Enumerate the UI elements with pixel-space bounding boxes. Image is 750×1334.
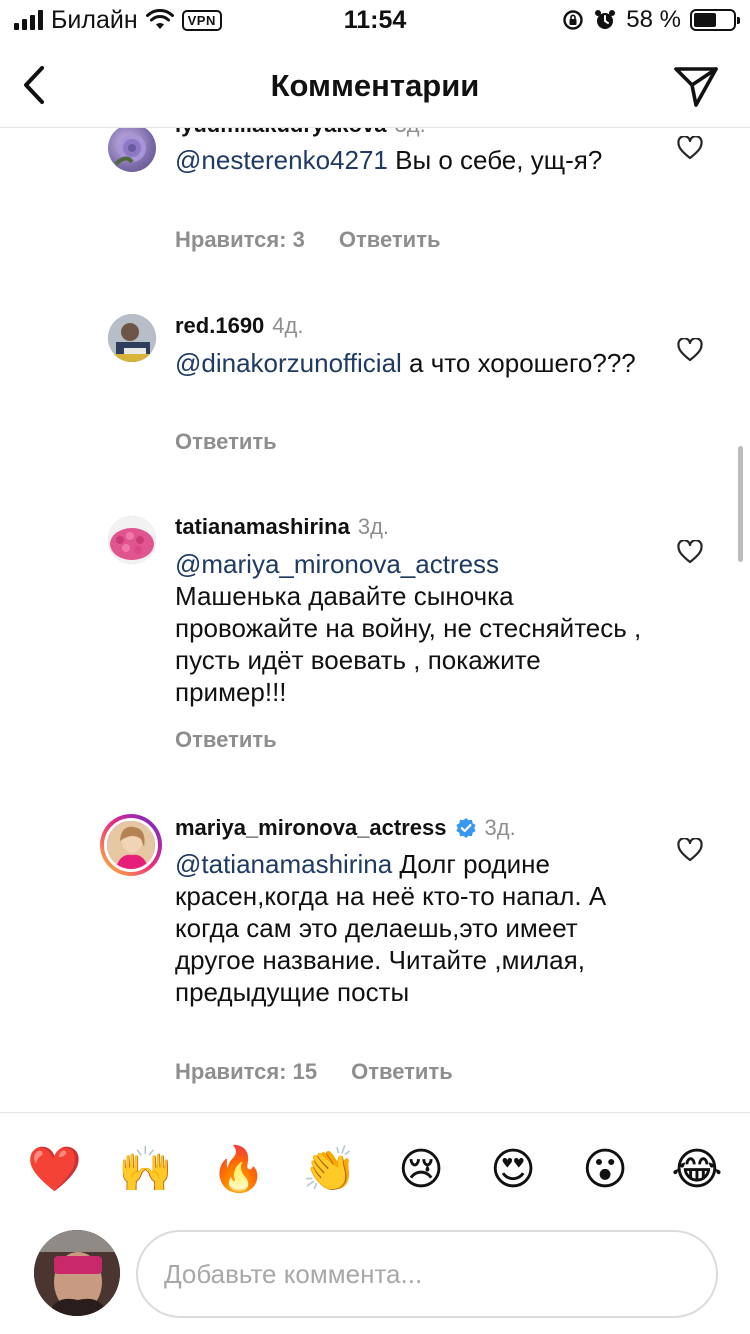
emoji-heart-eyes-button[interactable]: 😍	[486, 1143, 540, 1197]
avatar	[104, 818, 158, 872]
rose-image	[114, 134, 146, 166]
mention-link[interactable]: @mariya_mironova_actress	[175, 548, 650, 580]
mention-link[interactable]: @tatianamashirina	[175, 849, 392, 879]
comment-item: red.1690 4д. @dinakorzunofficial а что х…	[0, 311, 750, 464]
comment-text: @dinakorzunofficial а что хорошего???	[175, 347, 655, 379]
comment-text: @mariya_mironova_actress Машенька давайте…	[175, 548, 650, 708]
emoji-fire-button[interactable]: 🔥	[211, 1143, 266, 1197]
comment-actions: Нравится: 15 Ответить	[175, 1057, 453, 1087]
avatar[interactable]	[108, 314, 156, 362]
alarm-icon	[595, 10, 616, 29]
comment-time: 3д.	[395, 128, 426, 140]
avatar[interactable]	[108, 128, 156, 172]
emoji-crying-button[interactable]: 😢	[394, 1143, 448, 1197]
likes-count[interactable]: Нравится: 15	[175, 1057, 317, 1087]
comment-time: 3д.	[357, 514, 390, 539]
user-photo	[108, 314, 156, 362]
page-title: Комментарии	[270, 68, 480, 103]
comment-actions: Ответить	[175, 725, 277, 755]
comment-item: mariya_mironova_actress 3д. @tatianamash…	[0, 814, 750, 1094]
comment-body: Вы о себе, ущ-я?	[387, 145, 603, 175]
likes-count[interactable]: Нравится: 3	[175, 225, 305, 255]
orientation-lock-icon	[563, 10, 583, 30]
reply-button[interactable]: Ответить	[175, 725, 277, 755]
battery-percent: 58 %	[626, 6, 681, 33]
comment-username[interactable]: lyudmilakudryakova	[175, 128, 387, 140]
mention-link[interactable]: @nesterenko4271	[175, 145, 388, 175]
battery-icon	[690, 9, 740, 31]
heart-icon[interactable]	[677, 338, 703, 362]
comment-item: lyudmilakudryakova 3д. @nesterenko4271 В…	[0, 128, 750, 254]
comment-time: 4д.	[272, 313, 304, 338]
send-direct-icon[interactable]	[672, 62, 720, 110]
comment-body: а что хорошего???	[401, 348, 636, 378]
user-photo	[34, 1230, 120, 1316]
status-bar: Билайн VPN 11:54 58 %	[0, 0, 750, 40]
heart-icon[interactable]	[677, 540, 703, 564]
emoji-laughing-button[interactable]: 😂	[670, 1143, 724, 1197]
comments-list[interactable]: lyudmilakudryakova 3д. @nesterenko4271 В…	[0, 128, 750, 1112]
current-user-avatar	[34, 1230, 120, 1316]
comment-actions: Ответить	[175, 427, 277, 457]
comment-actions: Нравится: 3 Ответить	[175, 225, 441, 255]
scrollbar[interactable]	[738, 446, 743, 562]
avatar[interactable]	[108, 516, 156, 564]
flowers-image	[108, 516, 156, 564]
emoji-heart-button[interactable]: ❤️	[27, 1143, 82, 1197]
reply-button[interactable]: Ответить	[175, 427, 277, 457]
nav-header: Комментарии	[0, 44, 750, 128]
avatar-story-ring[interactable]	[100, 814, 162, 876]
comment-item: tatianamashirina 3д. @mariya_mironova_ac…	[0, 514, 750, 766]
emoji-raised-hands-button[interactable]: 🙌	[118, 1143, 173, 1197]
verified-badge-icon	[455, 818, 476, 838]
comment-input[interactable]	[136, 1230, 718, 1318]
comment-meta: lyudmilakudryakova 3д.	[175, 128, 426, 140]
comment-input-bar	[0, 1224, 750, 1334]
comment-body: Машенька давайте сыночка провожайте на в…	[175, 581, 642, 707]
comment-meta: red.1690 4д.	[175, 311, 303, 341]
heart-icon[interactable]	[677, 136, 703, 160]
comment-text: @nesterenko4271 Вы о себе, ущ-я?	[175, 144, 655, 176]
comment-username[interactable]: mariya_mironova_actress	[175, 813, 447, 843]
emoji-surprised-button[interactable]: 😮	[578, 1143, 632, 1197]
user-photo	[107, 821, 155, 869]
status-right: 58 %	[562, 6, 740, 34]
mention-link[interactable]: @dinakorzunofficial	[175, 348, 402, 378]
emoji-clapping-button[interactable]: 👏	[302, 1143, 357, 1197]
reply-button[interactable]: Ответить	[351, 1057, 453, 1087]
comment-meta: mariya_mironova_actress 3д.	[175, 813, 516, 843]
comment-time: 3д.	[484, 815, 516, 840]
heart-icon[interactable]	[677, 838, 703, 862]
comment-username[interactable]: red.1690	[175, 311, 264, 341]
emoji-reaction-bar: ❤️ 🙌 🔥 👏 😢 😍 😮 😂	[0, 1112, 750, 1224]
reply-button[interactable]: Ответить	[339, 225, 441, 255]
comment-username[interactable]: tatianamashirina	[175, 512, 350, 542]
comment-text: @tatianamashirina Долг родине красен,ког…	[175, 848, 653, 1008]
comment-meta: tatianamashirina 3д.	[175, 512, 389, 542]
